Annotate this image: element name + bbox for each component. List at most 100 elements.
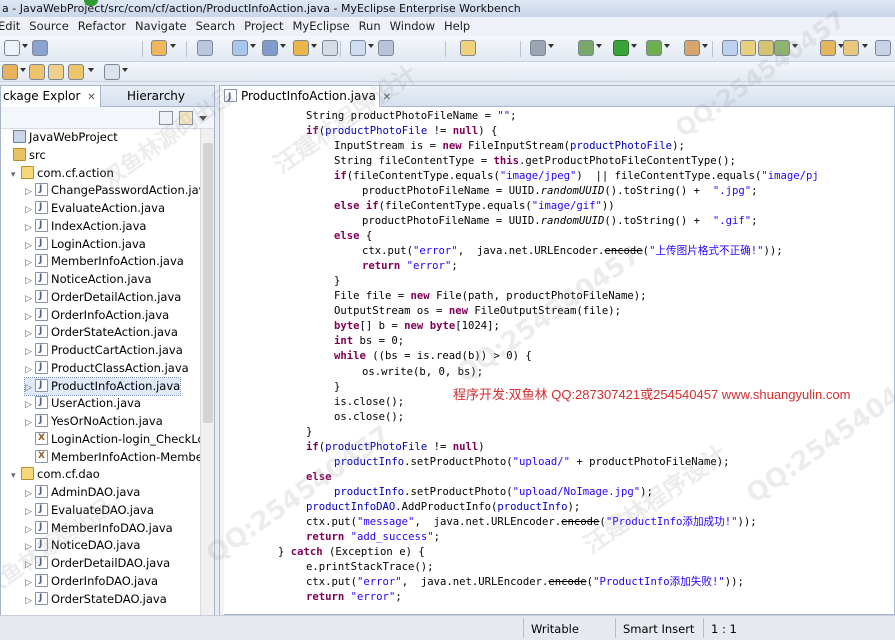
tree-item[interactable]: ▷ MemberInfoAction.java bbox=[25, 252, 184, 272]
expand-toggle-icon[interactable]: ▷ bbox=[25, 291, 35, 308]
expand-toggle-icon[interactable]: ▷ bbox=[25, 220, 35, 237]
web-icon[interactable] bbox=[197, 40, 213, 56]
expand-toggle-icon[interactable]: ▷ bbox=[25, 238, 35, 255]
chevron-down-icon[interactable] bbox=[368, 44, 374, 48]
chevron-down-icon[interactable] bbox=[199, 116, 207, 121]
tab-hierarchy[interactable]: Hierarchy bbox=[105, 86, 185, 107]
db-icon[interactable] bbox=[350, 40, 366, 56]
expand-toggle-icon[interactable]: ▾ bbox=[11, 167, 21, 184]
expand-toggle-icon[interactable]: ▷ bbox=[25, 362, 35, 379]
chevron-down-icon[interactable] bbox=[702, 44, 708, 48]
expand-toggle-icon[interactable]: ▷ bbox=[25, 522, 35, 539]
back-icon[interactable] bbox=[68, 64, 84, 80]
new-class-icon[interactable] bbox=[460, 40, 476, 56]
chevron-down-icon[interactable] bbox=[631, 44, 637, 48]
camera-icon[interactable] bbox=[530, 40, 546, 56]
chevron-down-icon[interactable] bbox=[22, 44, 28, 48]
chevron-down-icon[interactable] bbox=[311, 44, 317, 48]
refresh-icon[interactable] bbox=[774, 40, 790, 56]
tree-item[interactable]: ▷ EvaluateDAO.java bbox=[25, 501, 154, 519]
tree-scrollbar[interactable] bbox=[200, 129, 214, 639]
tree-item[interactable]: ▷ MemberInfoDAO.java bbox=[25, 519, 173, 539]
close-icon[interactable]: ✕ bbox=[87, 87, 95, 108]
tree-item[interactable]: src bbox=[3, 147, 46, 164]
chevron-down-icon[interactable] bbox=[170, 44, 176, 48]
expand-toggle-icon[interactable]: ▷ bbox=[25, 380, 35, 397]
run-config-icon[interactable] bbox=[151, 40, 167, 56]
tree-item[interactable]: ▷ ProductClassAction.java bbox=[25, 359, 189, 379]
chevron-down-icon[interactable] bbox=[20, 68, 26, 72]
menu-item-run[interactable]: Run bbox=[359, 17, 387, 36]
tree-item[interactable]: ▷ UserAction.java bbox=[25, 394, 141, 414]
debug-icon[interactable] bbox=[578, 40, 594, 56]
save-icon[interactable] bbox=[32, 40, 48, 56]
tree-item[interactable]: ▷ ChangePasswordAction.java bbox=[25, 181, 200, 201]
settings-icon[interactable] bbox=[322, 40, 338, 56]
expand-toggle-icon[interactable]: ▷ bbox=[25, 575, 35, 592]
new-package-icon[interactable] bbox=[740, 40, 756, 56]
expand-toggle-icon[interactable]: ▷ bbox=[25, 415, 35, 432]
collapse-all-icon[interactable] bbox=[159, 111, 173, 125]
chevron-down-icon[interactable] bbox=[862, 44, 868, 48]
tree-item[interactable]: ▷ LoginAction.java bbox=[25, 235, 146, 255]
menu-item-myeclipse[interactable]: MyEclipse bbox=[293, 17, 356, 36]
tree-item[interactable]: ▷ ProductInfoAction.java bbox=[23, 376, 182, 397]
new-java-icon[interactable] bbox=[722, 40, 738, 56]
menu-item-window[interactable]: Window bbox=[390, 17, 441, 36]
expand-toggle-icon[interactable]: ▾ bbox=[11, 468, 21, 485]
expand-toggle-icon[interactable]: ▷ bbox=[25, 539, 35, 556]
expand-toggle-icon[interactable]: ▷ bbox=[25, 202, 35, 219]
run-icon[interactable] bbox=[613, 40, 629, 56]
chevron-down-icon[interactable] bbox=[250, 44, 256, 48]
close-icon[interactable]: ✕ bbox=[383, 87, 391, 108]
forward-icon[interactable] bbox=[104, 64, 120, 80]
search-icon[interactable] bbox=[843, 40, 859, 56]
tree-item[interactable]: ▷ ProductCartAction.java bbox=[25, 341, 183, 361]
tree-item[interactable]: MemberInfoAction-Member bbox=[25, 448, 200, 466]
expand-toggle-icon[interactable]: ▷ bbox=[25, 397, 35, 414]
tree-item[interactable]: ▷ EvaluateAction.java bbox=[25, 199, 165, 219]
scrollbar-thumb[interactable] bbox=[203, 143, 213, 423]
next-annotation-icon[interactable] bbox=[29, 64, 45, 80]
tree-item[interactable]: ▷ OrderDetailAction.java bbox=[25, 288, 181, 308]
menu-item-navigate[interactable]: Navigate bbox=[135, 17, 193, 36]
chevron-down-icon[interactable] bbox=[596, 44, 602, 48]
tab-productinfoaction[interactable]: ProductInfoAction.java ✕ bbox=[220, 86, 391, 108]
tree-item[interactable]: ▷ OrderInfoAction.java bbox=[25, 306, 169, 326]
expand-toggle-icon[interactable]: ▷ bbox=[25, 184, 35, 201]
expand-toggle-icon[interactable]: ▷ bbox=[25, 344, 35, 361]
chevron-down-icon[interactable] bbox=[548, 44, 554, 48]
tree-item[interactable]: ▷ OrderDetailDAO.java bbox=[25, 554, 170, 574]
server-icon[interactable] bbox=[262, 40, 278, 56]
tree-item[interactable]: ▷ OrderStateDAO.java bbox=[25, 590, 167, 608]
code-area[interactable]: String productPhotoFileName = ""; if(prod… bbox=[220, 107, 894, 615]
expand-toggle-icon[interactable]: ▷ bbox=[25, 273, 35, 290]
table-icon[interactable] bbox=[378, 40, 394, 56]
pin-icon[interactable] bbox=[2, 64, 18, 80]
expand-toggle-icon[interactable]: ▷ bbox=[25, 557, 35, 574]
chevron-down-icon[interactable] bbox=[664, 44, 670, 48]
tree-item[interactable]: ▷ OrderInfoDAO.java bbox=[25, 572, 158, 592]
new-interface-icon[interactable] bbox=[758, 40, 774, 56]
expand-toggle-icon[interactable]: ▷ bbox=[25, 486, 35, 503]
prev-annotation-icon[interactable] bbox=[48, 64, 64, 80]
deploy-icon[interactable] bbox=[232, 40, 248, 56]
new-file-icon[interactable] bbox=[4, 40, 20, 56]
tree-item[interactable]: JavaWebProject bbox=[3, 129, 118, 146]
tree-item[interactable]: ▷ YesOrNoAction.java bbox=[25, 412, 163, 432]
tool-icon[interactable] bbox=[293, 40, 309, 56]
expand-toggle-icon[interactable]: ▷ bbox=[25, 255, 35, 272]
external-tools-icon[interactable] bbox=[684, 40, 700, 56]
link-with-editor-icon[interactable] bbox=[179, 111, 193, 125]
perspective-icon[interactable] bbox=[875, 40, 891, 56]
coverage-icon[interactable] bbox=[646, 40, 662, 56]
menu-item-edit[interactable]: Edit bbox=[0, 17, 26, 36]
chevron-down-icon[interactable] bbox=[88, 68, 94, 72]
open-type-icon[interactable] bbox=[820, 40, 836, 56]
chevron-down-icon[interactable] bbox=[280, 44, 286, 48]
expand-toggle-icon[interactable]: ▷ bbox=[25, 309, 35, 326]
tree-item[interactable]: ▷ NoticeDAO.java bbox=[25, 536, 140, 556]
expand-toggle-icon[interactable]: ▷ bbox=[25, 326, 35, 343]
tree-item[interactable]: ▷ OrderStateAction.java bbox=[25, 323, 178, 343]
tree-item[interactable]: ▷ AdminDAO.java bbox=[25, 483, 140, 503]
